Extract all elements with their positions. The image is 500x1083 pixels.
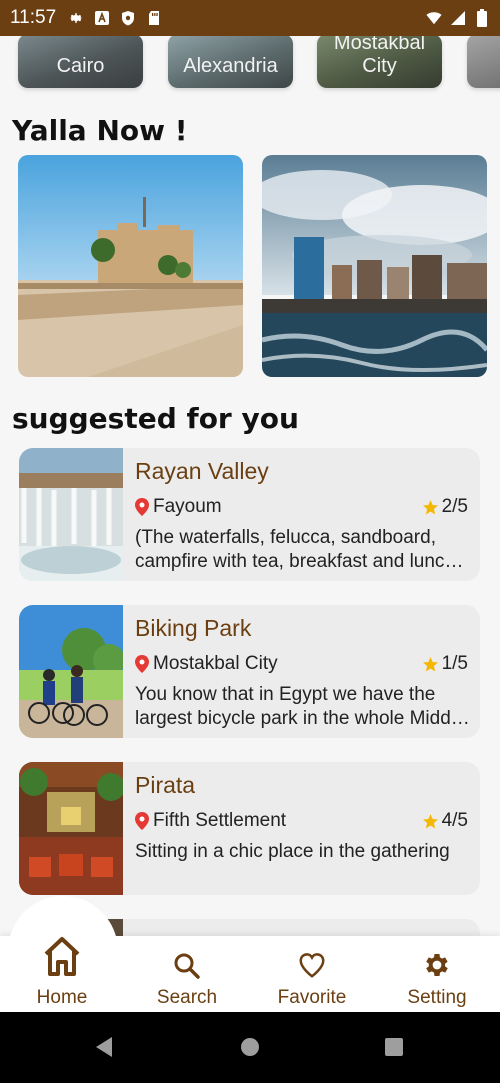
sd-card-status-icon — [146, 10, 162, 26]
suggestion-title: Pirata — [135, 772, 196, 798]
rating-text: 4/5 — [441, 810, 468, 831]
yalla-now-title: Yalla Now ! — [12, 114, 188, 147]
suggestion-rating: 4/5 — [422, 810, 468, 832]
nav-favorite-label: Favorite — [277, 987, 347, 1008]
nav-search[interactable]: Search — [137, 926, 237, 1008]
suggestion-card-biking-park[interactable]: Biking Park Mostakbal City 1/5 You know … — [19, 605, 480, 738]
suggestion-title: Rayan Valley — [135, 458, 269, 484]
location-pin-icon — [135, 498, 149, 516]
battery-icon — [474, 9, 490, 27]
city-label: Alexandria — [183, 55, 278, 77]
suggestion-card-pirata[interactable]: Pirata Fifth Settlement 4/5 Sitting in a… — [19, 762, 480, 895]
location-pin-icon — [135, 655, 149, 673]
location-pin-icon — [135, 812, 149, 830]
suggestion-description: (The waterfalls, felucca, sandboard, cam… — [135, 527, 461, 572]
pirata-thumbnail — [19, 762, 123, 895]
star-icon — [422, 499, 438, 514]
home-circle-icon[interactable] — [240, 1037, 260, 1057]
gear-icon — [426, 954, 448, 976]
recents-icon[interactable] — [384, 1037, 404, 1057]
back-icon[interactable] — [94, 1036, 114, 1058]
rayan-valley-thumbnail — [19, 448, 123, 581]
suggestion-title: Biking Park — [135, 615, 252, 641]
star-icon — [422, 813, 438, 828]
star-icon — [422, 656, 438, 671]
alexandria-corniche-image — [262, 155, 487, 377]
suggestion-rating: 1/5 — [422, 653, 468, 675]
location-text: Fifth Settlement — [153, 810, 287, 831]
system-navigation-bar — [0, 1012, 500, 1083]
nav-setting-label: Setting — [407, 987, 467, 1008]
status-time: 11:57 — [10, 7, 57, 28]
wifi-icon — [426, 10, 442, 26]
citadel-image — [18, 155, 243, 377]
featured-card-alexandria[interactable] — [262, 155, 487, 377]
suggestion-location: Fifth Settlement — [135, 810, 286, 832]
home-icon — [44, 937, 80, 976]
cellular-signal-icon — [450, 10, 466, 26]
rating-text: 1/5 — [441, 653, 468, 674]
suggestion-description: You know that in Egypt we have the large… — [135, 684, 466, 729]
nav-setting[interactable]: Setting — [387, 926, 487, 1008]
status-bar: 11:57 — [0, 0, 500, 36]
biking-park-thumbnail — [19, 605, 123, 738]
suggestion-location: Fayoum — [135, 496, 222, 518]
rating-text: 2/5 — [441, 496, 468, 517]
nav-favorite[interactable]: Favorite — [262, 926, 362, 1008]
suggestion-card-rayan-valley[interactable]: Rayan Valley Fayoum 2/5 (The waterfalls,… — [19, 448, 480, 581]
city-card-alexandria[interactable]: Alexandria — [168, 36, 293, 88]
nav-search-label: Search — [156, 987, 218, 1008]
city-card-partial[interactable] — [467, 36, 500, 88]
location-text: Mostakbal City — [153, 653, 278, 674]
a-status-icon — [94, 10, 110, 26]
nav-home[interactable]: Home — [12, 926, 112, 1008]
featured-card-citadel[interactable] — [18, 155, 243, 377]
city-carousel[interactable]: Cairo Alexandria Mostakbal City — [0, 36, 500, 94]
suggestion-location: Mostakbal City — [135, 653, 278, 675]
suggestion-description: Sitting in a chic place in the gathering — [135, 841, 450, 862]
city-card-cairo[interactable]: Cairo — [18, 36, 143, 88]
bottom-navigation: Home Search Favorite Setting — [0, 896, 500, 1012]
location-text: Fayoum — [153, 496, 222, 517]
shield-status-icon — [120, 10, 136, 26]
city-label: Cairo — [56, 55, 105, 77]
suggested-title: suggested for you — [12, 402, 299, 435]
city-label: Mostakbal City — [333, 36, 426, 77]
main-content: Cairo Alexandria Mostakbal City Yalla No… — [0, 36, 500, 936]
nav-home-label: Home — [36, 987, 88, 1008]
heart-icon — [299, 953, 325, 978]
city-card-mostakbal-city[interactable]: Mostakbal City — [317, 36, 442, 88]
suggestion-rating: 2/5 — [422, 496, 468, 518]
settings-status-icon — [68, 10, 84, 26]
search-icon — [174, 953, 200, 979]
